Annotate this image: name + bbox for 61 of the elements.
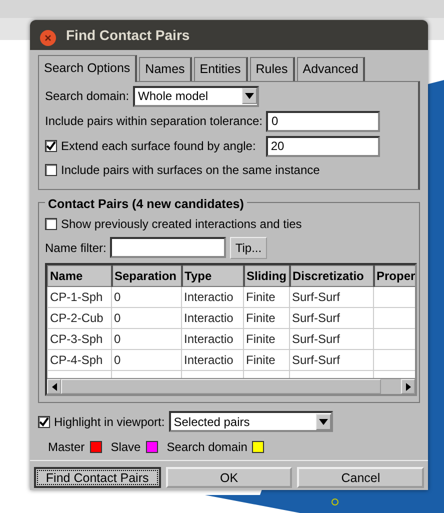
scroll-left-icon[interactable] xyxy=(52,382,56,391)
table-cell: Surf-Surf xyxy=(290,307,374,328)
tab[interactable]: Entities xyxy=(194,57,248,81)
legend-label: Master xyxy=(48,439,85,456)
dialog-button[interactable]: Cancel xyxy=(297,467,424,488)
table-cell: Surf-Surf xyxy=(290,328,374,350)
column-header[interactable]: Type xyxy=(182,265,244,286)
scroll-right-icon[interactable] xyxy=(406,382,410,391)
caret-icon xyxy=(245,93,254,100)
table-cell: Finite xyxy=(244,307,290,328)
table-cell: CP-2-Cub xyxy=(48,307,112,328)
input-field[interactable] xyxy=(110,237,226,258)
field-label: Search domain: xyxy=(45,88,130,106)
dropdown[interactable]: Whole model xyxy=(133,86,260,107)
legend-label: Slave xyxy=(110,439,141,456)
table-cell: Finite xyxy=(244,286,290,308)
table-cell: 0 xyxy=(112,307,182,328)
field-label: Name filter: xyxy=(45,240,106,257)
legend-label: Search domain xyxy=(166,439,248,456)
table-cell: Interactio xyxy=(182,349,244,370)
checkbox-label: Show previously created interactions and ties xyxy=(61,216,302,233)
window-title: Find Contact Pairs xyxy=(66,26,190,44)
checkbox-label: Include pairs with surfaces on the same instance xyxy=(61,162,320,179)
close-icon[interactable] xyxy=(40,27,56,43)
checkbox-label: Extend each surface found by angle: xyxy=(61,138,256,156)
table-cell: Interactio xyxy=(182,286,244,308)
dialog-button[interactable]: Find Contact Pairs xyxy=(34,467,161,488)
dialog-button[interactable]: OK xyxy=(166,467,292,488)
dropdown[interactable]: Selected pairs xyxy=(168,411,333,432)
column-header[interactable]: Proper xyxy=(374,265,415,286)
tip-button[interactable]: Tip... xyxy=(230,236,267,259)
table-cell: Surf-Surf xyxy=(290,349,374,370)
column-header[interactable]: Sliding xyxy=(244,265,290,286)
table-cell: CP-1-Sph xyxy=(48,286,112,308)
tab[interactable]: Advanced xyxy=(296,57,366,81)
table-cell: 0 xyxy=(112,349,182,370)
column-header[interactable]: Name xyxy=(48,265,112,286)
table-cell: CP-4-Sph xyxy=(48,349,112,370)
column-header[interactable]: Discretizatio xyxy=(290,265,374,286)
table-cell: 0 xyxy=(112,286,182,308)
table-cell: Interactio xyxy=(182,307,244,328)
table-cell: Interactio xyxy=(182,328,244,350)
checkbox[interactable] xyxy=(45,218,57,230)
field-label: Include pairs within separation tolerance: xyxy=(45,113,262,130)
input-field[interactable]: 20 xyxy=(266,136,380,157)
table-cell: Finite xyxy=(244,349,290,370)
tab[interactable]: Search Options xyxy=(38,55,138,82)
table-cell: Finite xyxy=(244,328,290,350)
checkbox[interactable] xyxy=(45,164,57,176)
checkbox-label: Highlight in viewport: xyxy=(54,414,165,431)
table-cell: Surf-Surf xyxy=(290,286,374,308)
table-cell: 0 xyxy=(112,328,182,350)
tab[interactable]: Rules xyxy=(250,57,295,81)
input-field[interactable]: 0 xyxy=(266,110,380,132)
scrollbar[interactable] xyxy=(47,378,415,394)
checkbox[interactable] xyxy=(38,416,50,428)
checkbox[interactable] xyxy=(45,140,57,152)
caret-icon xyxy=(318,418,328,425)
table-cell: CP-3-Sph xyxy=(48,328,112,350)
tab[interactable]: Names xyxy=(139,57,192,81)
column-header[interactable]: Separation xyxy=(112,265,182,286)
